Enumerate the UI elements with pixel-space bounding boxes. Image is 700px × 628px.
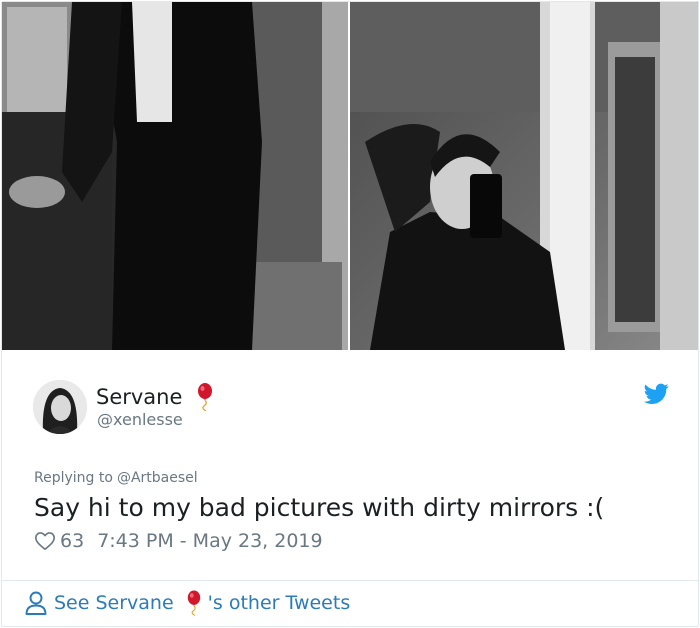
balloon-emoji-icon	[186, 590, 202, 616]
see-other-tweets-link[interactable]: See Servane 's other Tweets	[25, 590, 350, 616]
author-handle[interactable]: @xenlesse	[97, 410, 183, 429]
mirror-photo-right	[350, 2, 698, 350]
heart-icon[interactable]	[34, 530, 56, 552]
avatar[interactable]	[33, 380, 87, 434]
replying-to-line: Replying to @Artbaesel	[34, 470, 198, 486]
photo-left[interactable]	[2, 2, 348, 350]
reply-prefix: Replying to	[34, 470, 113, 486]
twitter-bird-icon[interactable]	[643, 383, 669, 405]
embedded-tweet-card: Servane @xenlesse Replying to @Artbaesel …	[1, 1, 699, 627]
author-display-name[interactable]: Servane	[96, 384, 182, 410]
tweet-meta-row: 63 7:43 PM - May 23, 2019	[34, 530, 323, 552]
tweet-timestamp[interactable]: 7:43 PM - May 23, 2019	[97, 530, 322, 552]
other-tweets-label[interactable]: 's other Tweets	[208, 592, 351, 614]
person-icon	[25, 591, 47, 615]
like-count[interactable]: 63	[60, 530, 84, 552]
see-label[interactable]: See Servane	[54, 592, 174, 614]
avatar-image	[33, 380, 87, 434]
tweet-media[interactable]	[2, 2, 698, 350]
author-name-row[interactable]: Servane	[96, 383, 214, 412]
reply-to-handle-link[interactable]: @Artbaesel	[117, 470, 198, 486]
mirror-photo-left	[2, 2, 348, 350]
footer-divider	[2, 580, 698, 581]
balloon-emoji-icon	[196, 383, 214, 412]
tweet-text: Say hi to my bad pictures with dirty mir…	[34, 493, 605, 522]
photo-right[interactable]	[350, 2, 698, 350]
